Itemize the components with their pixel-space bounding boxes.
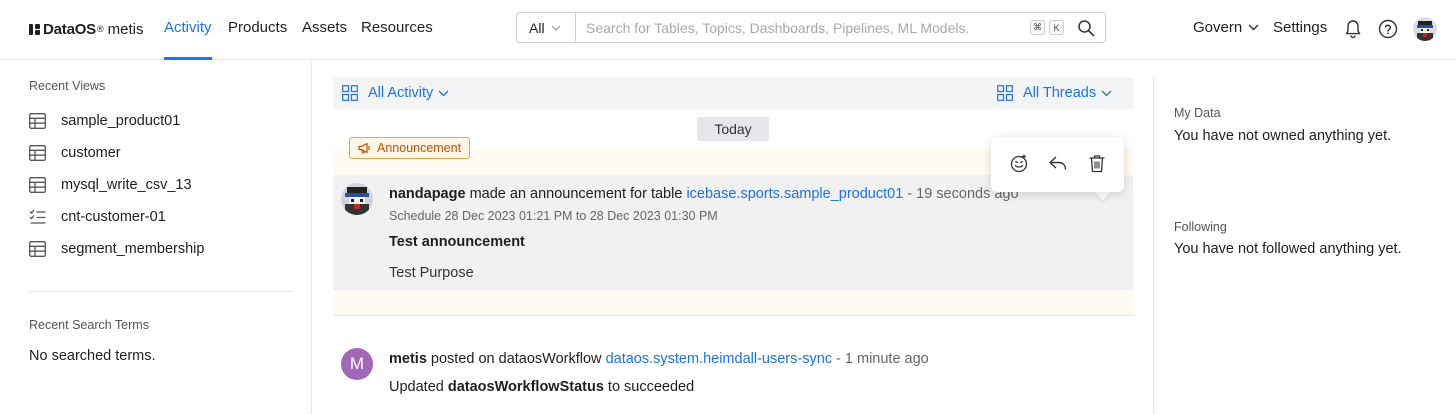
grid-icon	[342, 85, 358, 101]
search-scope-value: All	[529, 19, 545, 36]
govern-menu[interactable]: Govern	[1193, 19, 1259, 36]
announcement-badge: Announcement	[349, 137, 471, 159]
recent-view-item[interactable]: sample_product01	[29, 113, 180, 129]
bell-icon[interactable]	[1342, 18, 1364, 40]
all-threads-filter[interactable]: All Threads	[997, 85, 1112, 101]
active-tab-indicator	[164, 57, 212, 60]
recent-view-item[interactable]: segment_membership	[29, 241, 204, 257]
nav-products[interactable]: Products	[228, 19, 287, 36]
post-author[interactable]: metis	[389, 351, 427, 367]
sidebar-divider	[29, 291, 292, 292]
reply-icon[interactable]	[1048, 154, 1068, 175]
checklist-icon	[29, 209, 46, 224]
nav-resources[interactable]: Resources	[361, 19, 433, 36]
announcement-badge-label: Announcement	[377, 141, 462, 155]
announcement-schedule: Schedule 28 Dec 2023 01:21 PM to 28 Dec …	[389, 209, 718, 223]
reaction-icon[interactable]	[1009, 153, 1029, 176]
recent-view-label: cnt-customer-01	[61, 209, 166, 225]
feed-actions-popover	[991, 137, 1124, 192]
post-message-suffix: to succeeded	[607, 379, 695, 395]
recent-view-item[interactable]: mysql_write_csv_13	[29, 177, 192, 193]
recent-view-item[interactable]: cnt-customer-01	[29, 209, 166, 225]
chevron-down-icon	[1248, 24, 1259, 31]
recent-view-label: segment_membership	[61, 241, 205, 257]
brand-registered-mark: ®	[97, 24, 104, 34]
brand-logo[interactable]: DataOS ® metis	[29, 19, 143, 39]
recent-search-heading: Recent Search Terms	[29, 318, 149, 332]
feed-filter-bar: All Activity All Threads	[333, 77, 1133, 109]
brand-product: metis	[107, 20, 144, 38]
cmd-key-hint: ⌘	[1030, 20, 1045, 35]
recent-search-empty: No searched terms.	[29, 348, 156, 364]
all-activity-label: All Activity	[368, 85, 434, 101]
my-data-heading: My Data	[1174, 106, 1221, 120]
all-activity-filter[interactable]: All Activity	[342, 85, 449, 101]
megaphone-icon	[358, 142, 370, 154]
recent-views-heading: Recent Views	[29, 79, 106, 93]
search-scope-select[interactable]: All	[517, 13, 576, 42]
post-message: Updated dataosWorkflowStatus to succeede…	[389, 379, 694, 395]
date-divider: Today	[697, 117, 769, 141]
post-time: - 1 minute ago	[836, 351, 929, 367]
post-entity-link[interactable]: dataos.system.heimdall-users-sync	[606, 351, 832, 367]
dataos-logo-icon	[29, 23, 40, 35]
recent-view-item[interactable]: customer	[29, 145, 121, 161]
following-heading: Following	[1174, 220, 1227, 234]
announcement-title: Test announcement	[389, 234, 525, 250]
table-icon	[29, 145, 46, 161]
brand-name: DataOS	[43, 20, 96, 38]
announcement-header: nandapage made an announcement for table…	[389, 186, 1019, 202]
post-message-prefix: Updated	[389, 379, 444, 395]
table-icon	[29, 177, 46, 193]
feed-divider	[333, 315, 1133, 316]
k-key-hint: K	[1049, 20, 1064, 35]
help-icon[interactable]	[1377, 18, 1399, 40]
chevron-down-icon	[1101, 90, 1112, 96]
search-input[interactable]	[576, 13, 1105, 42]
grid-icon	[997, 85, 1013, 101]
table-icon	[29, 241, 46, 257]
right-panel-divider	[1153, 77, 1154, 414]
left-sidebar: Recent Views sample_product01 customer m…	[0, 61, 312, 414]
announcement-entity-link[interactable]: icebase.sports.sample_product01	[686, 186, 903, 202]
nav-activity[interactable]: Activity	[164, 19, 212, 36]
table-icon	[29, 113, 46, 129]
delete-icon[interactable]	[1088, 154, 1106, 176]
following-empty: You have not followed anything yet.	[1174, 241, 1402, 257]
chevron-down-icon	[551, 25, 560, 31]
metis-avatar[interactable]: M	[341, 348, 373, 380]
nav-assets[interactable]: Assets	[302, 19, 347, 36]
recent-view-label: mysql_write_csv_13	[61, 177, 192, 193]
user-avatar[interactable]	[1413, 17, 1437, 41]
my-data-empty: You have not owned anything yet.	[1174, 128, 1392, 144]
announcement-action: made an announcement for table	[469, 186, 683, 202]
post-header: metis posted on dataosWorkflow dataos.sy…	[389, 351, 929, 367]
all-threads-label: All Threads	[1023, 85, 1097, 101]
announcement-description: Test Purpose	[389, 265, 474, 281]
nandapage-avatar[interactable]	[341, 183, 373, 215]
announcement-author[interactable]: nandapage	[389, 186, 466, 202]
settings-link[interactable]: Settings	[1273, 19, 1327, 36]
post-action: posted on dataosWorkflow	[430, 351, 602, 367]
global-search: All ⌘ K	[516, 12, 1106, 43]
top-navbar: DataOS ® metis Activity Products Assets R…	[0, 0, 1456, 60]
post-message-field: dataosWorkflowStatus	[447, 379, 604, 395]
recent-view-label: customer	[61, 145, 121, 161]
recent-view-label: sample_product01	[61, 113, 181, 129]
chevron-down-icon	[438, 90, 449, 96]
search-icon[interactable]	[1077, 19, 1095, 40]
govern-label: Govern	[1193, 19, 1243, 36]
